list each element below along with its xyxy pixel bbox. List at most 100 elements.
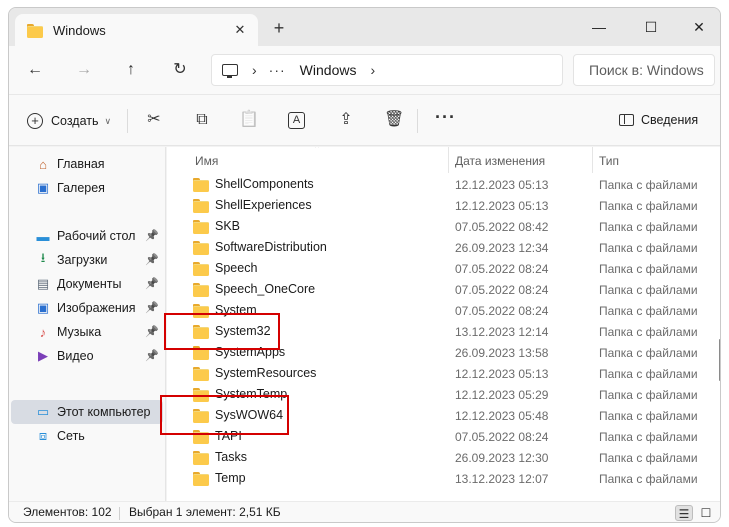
sidebar-item-label: Сеть: [57, 429, 85, 443]
details-view-button[interactable]: ☰: [675, 505, 693, 521]
file-row[interactable]: Temp 13.12.2023 12:07 Папка с файлами: [167, 468, 720, 489]
sidebar-item-gallery[interactable]: ▣ Галерея: [11, 176, 163, 200]
maximize-button[interactable]: ☐: [631, 14, 671, 40]
breadcrumb-overflow-button[interactable]: ···: [269, 62, 286, 78]
file-date-modified: 12.12.2023 05:13: [455, 199, 549, 213]
plus-icon: +: [27, 113, 43, 129]
tab-close-icon[interactable]: ✕: [232, 22, 248, 38]
file-date-modified: 07.05.2022 08:24: [455, 283, 549, 297]
search-input[interactable]: Поиск в: Windows: [573, 54, 715, 86]
sidebar-item-desktop[interactable]: ▬ Рабочий стол 📌: [11, 224, 163, 248]
paste-icon[interactable]: 📋: [239, 110, 259, 130]
folder-icon: [193, 220, 209, 234]
column-header-date[interactable]: Дата изменения: [455, 154, 545, 168]
videos-icon: ▶: [38, 348, 48, 363]
sidebar-item-home[interactable]: ⌂ Главная: [11, 152, 163, 176]
file-type: Папка с файлами: [599, 325, 698, 339]
file-row[interactable]: SKB 07.05.2022 08:42 Папка с файлами: [167, 216, 720, 237]
forward-button[interactable]: →: [72, 58, 96, 82]
file-name: Temp: [215, 471, 246, 485]
sidebar-item-label: Видео: [57, 349, 94, 363]
status-bar: Элементов: 102 Выбран 1 элемент: 2,51 КБ…: [9, 501, 720, 522]
file-date-modified: 26.09.2023 13:58: [455, 346, 549, 360]
gallery-icon: ▣: [36, 180, 50, 195]
chevron-right-icon[interactable]: ›: [370, 62, 375, 78]
file-type: Папка с файлами: [599, 241, 698, 255]
file-date-modified: 12.12.2023 05:48: [455, 409, 549, 423]
delete-icon[interactable]: 🗑: [384, 110, 404, 130]
sidebar-item-pictures[interactable]: ▣ Изображения 📌: [11, 296, 163, 320]
sidebar-item-music[interactable]: ♪ Музыка 📌: [11, 320, 163, 344]
title-bar: Windows ✕ + — ☐ ✕: [9, 8, 720, 47]
file-type: Папка с файлами: [599, 451, 698, 465]
file-type: Папка с файлами: [599, 409, 698, 423]
refresh-button[interactable]: ↻: [168, 58, 192, 82]
file-type: Папка с файлами: [599, 283, 698, 297]
details-pane-icon: [619, 114, 634, 126]
close-button[interactable]: ✕: [679, 14, 719, 40]
divider: [119, 507, 120, 520]
sidebar-item-this-pc[interactable]: ▭ Этот компьютер: [11, 400, 163, 424]
sidebar-item-label: Загрузки: [57, 253, 108, 267]
file-date-modified: 12.12.2023 05:13: [455, 178, 549, 192]
column-divider[interactable]: [448, 147, 449, 173]
file-type: Папка с файлами: [599, 199, 698, 213]
documents-icon: ▤: [36, 276, 50, 291]
file-date-modified: 07.05.2022 08:24: [455, 304, 549, 318]
file-row[interactable]: Tasks 26.09.2023 12:30 Папка с файлами: [167, 447, 720, 468]
file-date-modified: 07.05.2022 08:24: [455, 430, 549, 444]
chevron-right-icon[interactable]: ›: [252, 62, 257, 78]
new-tab-button[interactable]: +: [271, 19, 287, 37]
up-button[interactable]: ↑: [119, 58, 143, 82]
pin-icon[interactable]: 📌: [145, 349, 159, 362]
minimize-button[interactable]: —: [579, 14, 619, 40]
file-name: SystemResources: [215, 366, 317, 380]
file-name: SoftwareDistribution: [215, 240, 327, 254]
file-row[interactable]: Speech 07.05.2022 08:24 Папка с файлами: [167, 258, 720, 279]
sidebar-item-label: Галерея: [57, 181, 105, 195]
file-row[interactable]: SoftwareDistribution 26.09.2023 12:34 Папк…: [167, 237, 720, 258]
desktop-icon: ▬: [36, 228, 50, 244]
sidebar-item-videos[interactable]: ▶ Видео 📌: [11, 344, 163, 368]
share-icon[interactable]: ⇪: [336, 110, 356, 130]
create-button[interactable]: + Создать ∨: [27, 111, 111, 131]
file-date-modified: 07.05.2022 08:42: [455, 220, 549, 234]
pin-icon[interactable]: 📌: [145, 277, 159, 290]
cut-icon[interactable]: ✂: [144, 110, 164, 130]
file-row[interactable]: SystemResources 12.12.2023 05:13 Папка с ф…: [167, 363, 720, 384]
vertical-scrollbar[interactable]: [719, 339, 720, 381]
command-bar: + Создать ∨ ✂ ⧉ 📋 A ⇪ 🗑 ··· Сведения: [9, 94, 720, 146]
highlight-box-system32: [164, 313, 280, 350]
tiles-view-button[interactable]: ☐: [697, 505, 715, 521]
pin-icon[interactable]: 📌: [145, 229, 159, 242]
pin-icon[interactable]: 📌: [145, 253, 159, 266]
breadcrumb-windows[interactable]: Windows: [300, 62, 357, 78]
address-bar[interactable]: › ··· Windows ›: [211, 54, 563, 86]
sidebar-item-downloads[interactable]: ⭳ Загрузки 📌: [11, 248, 163, 272]
item-count: Элементов: 102: [23, 505, 112, 519]
more-options-button[interactable]: ···: [435, 107, 456, 128]
sidebar-item-documents[interactable]: ▤ Документы 📌: [11, 272, 163, 296]
column-divider[interactable]: [592, 147, 593, 173]
tab-windows[interactable]: Windows ✕: [15, 14, 258, 47]
sidebar-item-label: Рабочий стол: [57, 229, 136, 243]
folder-icon: [193, 451, 209, 465]
pictures-icon: ▣: [36, 300, 50, 315]
rename-icon[interactable]: A: [288, 112, 305, 129]
pin-icon[interactable]: 📌: [145, 301, 159, 314]
copy-icon[interactable]: ⧉: [192, 110, 212, 130]
this-pc-icon: [222, 64, 238, 78]
back-button[interactable]: ←: [23, 58, 47, 82]
file-row[interactable]: Speech_OneCore 07.05.2022 08:24 Папка с фа…: [167, 279, 720, 300]
column-header-name[interactable]: Имя: [195, 154, 218, 168]
file-row[interactable]: ShellExperiences 12.12.2023 05:13 Папка с …: [167, 195, 720, 216]
pin-icon[interactable]: 📌: [145, 325, 159, 338]
create-label: Создать: [51, 114, 99, 128]
file-row[interactable]: ShellComponents 12.12.2023 05:13 Папка с ф…: [167, 174, 720, 195]
file-name: ShellExperiences: [215, 198, 312, 212]
column-header-type[interactable]: Тип: [599, 154, 619, 168]
divider: [417, 109, 418, 133]
this-pc-icon: ▭: [36, 404, 50, 419]
details-pane-button[interactable]: Сведения: [619, 113, 698, 127]
sidebar-item-network[interactable]: ⧈ Сеть: [11, 424, 163, 448]
